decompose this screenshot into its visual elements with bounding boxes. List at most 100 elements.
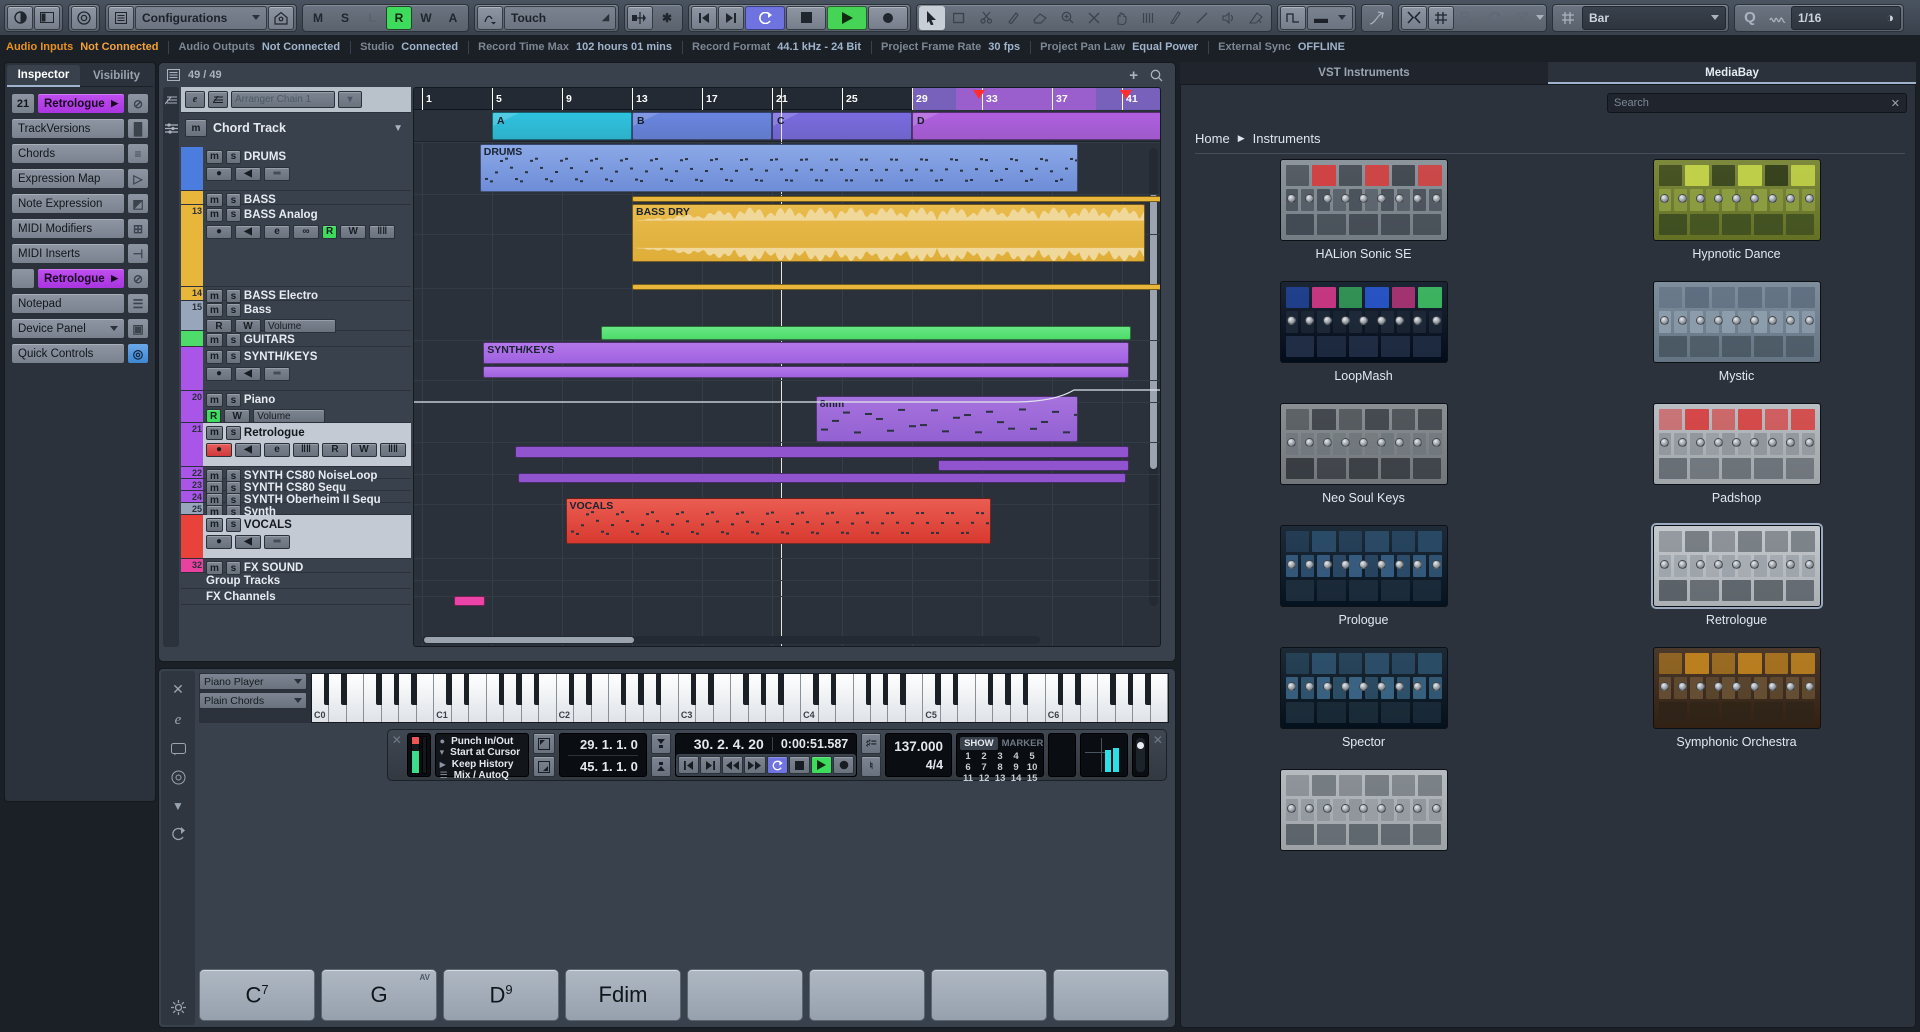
marker-button[interactable]: 3 <box>992 751 1008 762</box>
record-enable-button[interactable]: ● <box>206 225 232 239</box>
marker-button[interactable]: 7 <box>976 762 992 773</box>
horizontal-scrollbar[interactable] <box>422 636 1040 644</box>
automation-write-icon[interactable] <box>477 6 503 30</box>
stop-button[interactable] <box>789 756 810 774</box>
arranger-part[interactable]: D <box>912 112 1161 140</box>
track-color-strip[interactable] <box>181 589 203 604</box>
marker-button[interactable]: 5 <box>1024 751 1040 762</box>
marker-show-button[interactable]: SHOW <box>960 737 998 750</box>
marker-button[interactable]: 11 <box>960 773 976 784</box>
automation-mode-l[interactable]: L <box>359 6 385 30</box>
monitor-button[interactable]: ◀ <box>235 367 261 381</box>
track-color-strip[interactable]: 25 <box>181 503 203 514</box>
tracklist-menu-icon[interactable] <box>167 69 180 81</box>
marker-button[interactable]: 15 <box>1024 773 1040 784</box>
read-automation-button[interactable]: R <box>206 409 221 423</box>
quick-controls-icon[interactable]: ◎ <box>127 343 149 364</box>
color-tool[interactable] <box>1243 6 1269 30</box>
chords-icon[interactable]: ≡ <box>127 143 149 164</box>
audio-clip[interactable] <box>483 366 1129 378</box>
write-automation-button[interactable]: W <box>351 443 377 457</box>
go-to-start-button[interactable] <box>691 6 717 30</box>
info-value[interactable]: 102 hours 01 mins <box>576 41 672 53</box>
piano-white-key[interactable] <box>661 674 678 722</box>
inspector-section-notepad[interactable]: Notepad☰ <box>11 293 149 314</box>
track-color-strip[interactable]: 22 <box>181 467 203 478</box>
chord-pad[interactable]: D9 <box>443 969 559 1021</box>
lock-button[interactable]: ═ <box>264 367 290 381</box>
piano-white-key[interactable] <box>906 674 923 722</box>
automation-mode-dropdown[interactable]: Touch ◢ <box>504 6 616 30</box>
tab-visibility[interactable]: Visibility <box>80 65 153 87</box>
instrument-card[interactable]: Hypnotic Dance <box>1568 159 1905 261</box>
marker-button[interactable]: 12 <box>976 773 992 784</box>
record-enable-button[interactable]: ● <box>206 443 232 457</box>
track-color-strip[interactable]: 14 <box>181 287 203 300</box>
record-enable-button[interactable]: ● <box>206 167 232 181</box>
chord-pad[interactable]: Fdim <box>565 969 681 1021</box>
cycle-button[interactable] <box>767 756 788 774</box>
lanes-button[interactable]: ‖‖ <box>380 443 406 457</box>
arranger-part[interactable]: C <box>772 112 912 140</box>
track-row[interactable]: 23msSYNTH CS80 Sequ <box>181 479 411 491</box>
inspector-section-chords[interactable]: Chords≡ <box>11 143 149 164</box>
track-row[interactable]: FX Channels <box>181 589 411 605</box>
automation-mode-a[interactable]: A <box>440 6 466 30</box>
mute-button[interactable]: m <box>206 150 223 164</box>
audio-clip[interactable] <box>518 473 1125 483</box>
track-row[interactable]: msBASS <box>181 191 411 205</box>
track-row[interactable]: Group Tracks <box>181 573 411 589</box>
punch-in-out-label[interactable]: Punch In/Out <box>451 736 513 747</box>
info-value[interactable]: 30 fps <box>988 41 1020 53</box>
arranger-track-lane[interactable]: ABCDE <box>414 110 1160 142</box>
clock-icon[interactable] <box>71 6 97 30</box>
track-row[interactable]: 24msSYNTH Oberheim II Sequ <box>181 491 411 503</box>
mute-button[interactable]: m <box>206 518 223 532</box>
audio-clip[interactable] <box>632 196 1161 202</box>
inspector-instrument-slot[interactable]: Retrologue▶⊘ <box>11 268 149 289</box>
chord-track-mute-button[interactable]: m <box>185 119 207 137</box>
solo-button[interactable]: s <box>226 350 241 364</box>
snap-grid-relative-icon[interactable] <box>1455 6 1481 30</box>
track-row[interactable]: 13msBASS Analog●◀e∞RW‖‖ <box>181 205 411 287</box>
audio-clip[interactable] <box>454 596 486 606</box>
left-locator-button[interactable] <box>533 733 555 754</box>
monitor-button[interactable]: ◀ <box>235 167 261 181</box>
mute-tool[interactable] <box>1081 6 1107 30</box>
mute-button[interactable]: m <box>206 208 223 222</box>
arranger-part[interactable]: B <box>632 112 772 140</box>
bypass-icon[interactable]: ⊘ <box>127 268 149 289</box>
secondary-time-display[interactable]: 0:00:51.587 <box>781 737 848 751</box>
history-icon[interactable] <box>171 827 186 841</box>
piano-white-key[interactable] <box>417 674 434 722</box>
marker-button[interactable]: 10 <box>1024 762 1040 773</box>
grid-icon[interactable] <box>1428 6 1454 30</box>
info-value[interactable]: Not Connected <box>80 41 158 53</box>
versions-icon[interactable]: ▐▌ <box>127 118 149 139</box>
keep-history-label[interactable]: Keep History <box>452 759 514 770</box>
stop-button[interactable] <box>786 6 826 30</box>
audio-clip[interactable] <box>632 284 1161 290</box>
track-color-strip[interactable] <box>181 515 203 558</box>
object-selection-tool[interactable] <box>919 6 945 30</box>
search-input[interactable]: Search ✕ <box>1607 93 1907 113</box>
chord-pad[interactable] <box>809 969 925 1021</box>
piano-white-key[interactable] <box>1028 674 1045 722</box>
record-button[interactable] <box>833 756 854 774</box>
vertical-scrollbar[interactable] <box>1149 148 1158 606</box>
tab-mediabay[interactable]: MediaBay <box>1548 62 1916 84</box>
time-signature-icon[interactable]: ♮ <box>861 756 881 777</box>
piano-white-key[interactable] <box>1081 674 1098 722</box>
device-panel-icon[interactable]: ▣ <box>127 318 149 339</box>
solo-button[interactable]: s <box>226 518 241 532</box>
go-to-start-button[interactable] <box>678 756 699 774</box>
comment-icon[interactable] <box>171 743 186 756</box>
arranger-part[interactable]: A <box>492 112 632 140</box>
automation-mode-s[interactable]: S <box>332 6 358 30</box>
piano-white-key[interactable] <box>1151 674 1168 722</box>
instrument-card[interactable]: HALion Sonic SE <box>1195 159 1532 261</box>
gear-icon[interactable] <box>171 1000 186 1015</box>
instrument-card[interactable]: Neo Soul Keys <box>1195 403 1532 505</box>
note-expression-icon[interactable]: ◩ <box>127 193 149 214</box>
range-selection-tool[interactable] <box>946 6 972 30</box>
